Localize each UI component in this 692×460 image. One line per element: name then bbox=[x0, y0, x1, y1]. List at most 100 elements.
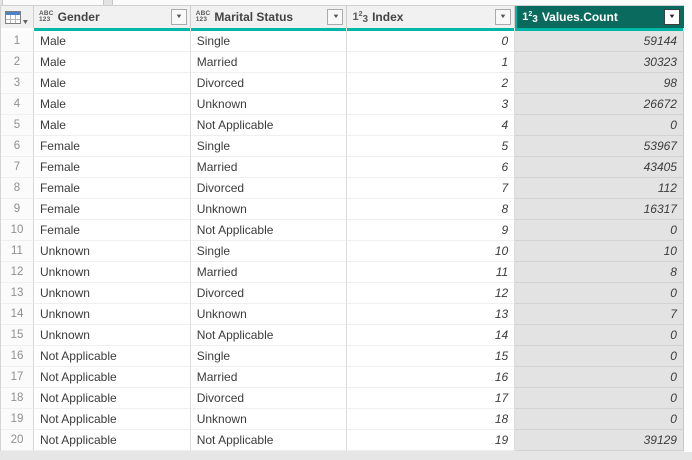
cell-marital-status[interactable]: Married bbox=[190, 52, 348, 73]
cell-index[interactable]: 10 bbox=[347, 241, 516, 262]
row-number[interactable]: 14 bbox=[1, 304, 34, 325]
filter-dropdown-values-count[interactable]: ▼ bbox=[663, 9, 680, 25]
cell-index[interactable]: 17 bbox=[347, 388, 516, 409]
cell-marital-status[interactable]: Not Applicable bbox=[190, 430, 348, 451]
column-header-gender[interactable]: ABC 123 Gender ▼ bbox=[33, 6, 191, 28]
cell-index[interactable]: 13 bbox=[347, 304, 516, 325]
cell-index[interactable]: 3 bbox=[347, 94, 516, 115]
cell-index[interactable]: 19 bbox=[347, 430, 516, 451]
cell-marital-status[interactable]: Married bbox=[190, 262, 348, 283]
row-number[interactable]: 13 bbox=[1, 283, 34, 304]
row-number[interactable]: 9 bbox=[1, 199, 34, 220]
cell-values-count[interactable]: 0 bbox=[515, 220, 684, 241]
cell-index[interactable]: 1 bbox=[347, 52, 516, 73]
cell-marital-status[interactable]: Divorced bbox=[190, 283, 348, 304]
column-header-marital-status[interactable]: ABC 123 Marital Status ▼ bbox=[190, 6, 348, 28]
row-number[interactable]: 8 bbox=[1, 178, 34, 199]
cell-gender[interactable]: Not Applicable bbox=[33, 346, 191, 367]
cell-index[interactable]: 8 bbox=[347, 199, 516, 220]
cell-gender[interactable]: Unknown bbox=[33, 325, 191, 346]
cell-marital-status[interactable]: Divorced bbox=[190, 178, 348, 199]
cell-values-count[interactable]: 112 bbox=[515, 178, 684, 199]
row-number[interactable]: 3 bbox=[1, 73, 34, 94]
cell-index[interactable]: 12 bbox=[347, 283, 516, 304]
filter-dropdown-index[interactable]: ▼ bbox=[495, 9, 512, 25]
row-number[interactable]: 15 bbox=[1, 325, 34, 346]
cell-values-count[interactable]: 59144 bbox=[515, 31, 684, 52]
cell-index[interactable]: 5 bbox=[347, 136, 516, 157]
column-header-index[interactable]: 123 Index ▼ bbox=[347, 6, 516, 28]
cell-index[interactable]: 7 bbox=[347, 178, 516, 199]
row-number[interactable]: 12 bbox=[1, 262, 34, 283]
cell-gender[interactable]: Male bbox=[33, 73, 191, 94]
cell-gender[interactable]: Unknown bbox=[33, 304, 191, 325]
row-number[interactable]: 16 bbox=[1, 346, 34, 367]
row-number[interactable]: 10 bbox=[1, 220, 34, 241]
cell-values-count[interactable]: 26672 bbox=[515, 94, 684, 115]
row-number[interactable]: 20 bbox=[1, 430, 34, 451]
cell-gender[interactable]: Female bbox=[33, 157, 191, 178]
cell-marital-status[interactable]: Unknown bbox=[190, 304, 348, 325]
cell-gender[interactable]: Male bbox=[33, 94, 191, 115]
cell-values-count[interactable]: 0 bbox=[515, 388, 684, 409]
cell-gender[interactable]: Not Applicable bbox=[33, 409, 191, 430]
cell-index[interactable]: 14 bbox=[347, 325, 516, 346]
filter-dropdown-marital-status[interactable]: ▼ bbox=[327, 9, 344, 25]
cell-marital-status[interactable]: Unknown bbox=[190, 199, 348, 220]
row-number[interactable]: 7 bbox=[1, 157, 34, 178]
cell-values-count[interactable]: 39129 bbox=[515, 430, 684, 451]
row-number[interactable]: 11 bbox=[1, 241, 34, 262]
cell-index[interactable]: 16 bbox=[347, 367, 516, 388]
select-all-corner-button[interactable]: ▼ bbox=[1, 6, 34, 28]
row-number[interactable]: 4 bbox=[1, 94, 34, 115]
row-number[interactable]: 18 bbox=[1, 388, 34, 409]
cell-index[interactable]: 0 bbox=[347, 31, 516, 52]
cell-index[interactable]: 18 bbox=[347, 409, 516, 430]
cell-gender[interactable]: Unknown bbox=[33, 262, 191, 283]
cell-values-count[interactable]: 8 bbox=[515, 262, 684, 283]
cell-gender[interactable]: Male bbox=[33, 52, 191, 73]
cell-index[interactable]: 9 bbox=[347, 220, 516, 241]
cell-marital-status[interactable]: Not Applicable bbox=[190, 220, 348, 241]
cell-marital-status[interactable]: Single bbox=[190, 241, 348, 262]
cell-values-count[interactable]: 0 bbox=[515, 346, 684, 367]
cell-index[interactable]: 11 bbox=[347, 262, 516, 283]
cell-marital-status[interactable]: Unknown bbox=[190, 409, 348, 430]
row-number[interactable]: 17 bbox=[1, 367, 34, 388]
cell-gender[interactable]: Unknown bbox=[33, 241, 191, 262]
cell-marital-status[interactable]: Not Applicable bbox=[190, 115, 348, 136]
cell-marital-status[interactable]: Single bbox=[190, 346, 348, 367]
cell-index[interactable]: 15 bbox=[347, 346, 516, 367]
cell-values-count[interactable]: 0 bbox=[515, 283, 684, 304]
cell-gender[interactable]: Not Applicable bbox=[33, 388, 191, 409]
cell-values-count[interactable]: 0 bbox=[515, 367, 684, 388]
cell-marital-status[interactable]: Married bbox=[190, 157, 348, 178]
cell-marital-status[interactable]: Not Applicable bbox=[190, 325, 348, 346]
cell-marital-status[interactable]: Divorced bbox=[190, 73, 348, 94]
cell-index[interactable]: 4 bbox=[347, 115, 516, 136]
cell-values-count[interactable]: 0 bbox=[515, 325, 684, 346]
cell-marital-status[interactable]: Single bbox=[190, 31, 348, 52]
cell-values-count[interactable]: 98 bbox=[515, 73, 684, 94]
cell-values-count[interactable]: 43405 bbox=[515, 157, 684, 178]
cell-marital-status[interactable]: Single bbox=[190, 136, 348, 157]
cell-gender[interactable]: Unknown bbox=[33, 283, 191, 304]
row-number[interactable]: 2 bbox=[1, 52, 34, 73]
cell-marital-status[interactable]: Unknown bbox=[190, 94, 348, 115]
row-number[interactable]: 1 bbox=[1, 31, 34, 52]
cell-gender[interactable]: Male bbox=[33, 115, 191, 136]
cell-values-count[interactable]: 0 bbox=[515, 115, 684, 136]
cell-values-count[interactable]: 7 bbox=[515, 304, 684, 325]
cell-gender[interactable]: Female bbox=[33, 178, 191, 199]
row-number[interactable]: 6 bbox=[1, 136, 34, 157]
cell-gender[interactable]: Male bbox=[33, 31, 191, 52]
row-number[interactable]: 19 bbox=[1, 409, 34, 430]
cell-marital-status[interactable]: Divorced bbox=[190, 388, 348, 409]
cell-gender[interactable]: Not Applicable bbox=[33, 430, 191, 451]
cell-gender[interactable]: Female bbox=[33, 199, 191, 220]
column-header-values-count[interactable]: 123 Values.Count ▼ bbox=[515, 6, 684, 28]
row-number[interactable]: 5 bbox=[1, 115, 34, 136]
filter-dropdown-gender[interactable]: ▼ bbox=[170, 9, 187, 25]
cell-values-count[interactable]: 0 bbox=[515, 409, 684, 430]
cell-index[interactable]: 2 bbox=[347, 73, 516, 94]
